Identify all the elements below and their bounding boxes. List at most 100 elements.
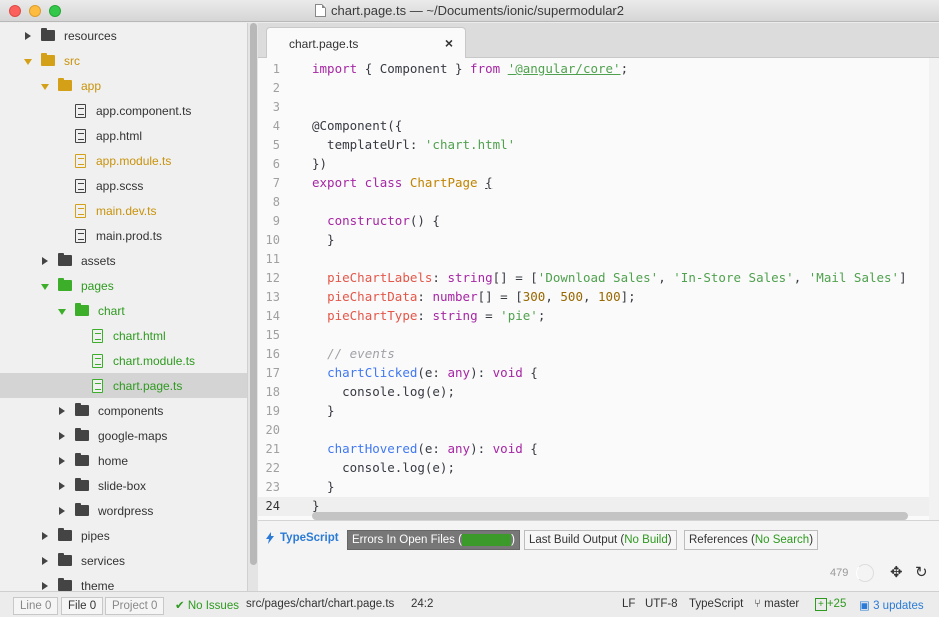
- folder-app[interactable]: app: [0, 73, 247, 98]
- code-line[interactable]: 20: [258, 421, 939, 440]
- file-main-dev-ts[interactable]: main.dev.ts: [0, 198, 247, 223]
- folder-slide-box[interactable]: slide-box: [0, 473, 247, 498]
- chevron-right-icon[interactable]: [40, 581, 50, 591]
- file-app-component-ts[interactable]: app.component.ts: [0, 98, 247, 123]
- folder-wordpress[interactable]: wordpress: [0, 498, 247, 523]
- close-tab-icon[interactable]: ×: [445, 35, 453, 51]
- code-editor[interactable]: 1 import { Component } from '@angular/cor…: [258, 58, 939, 520]
- editor-vertical-scrollbar[interactable]: [929, 58, 939, 520]
- code-line[interactable]: 14 pieChartType: string = 'pie';: [258, 307, 939, 326]
- code-line[interactable]: 18 console.log(e);: [258, 383, 939, 402]
- tree-item-label: chart.module.ts: [113, 353, 196, 368]
- line-ending[interactable]: LF: [622, 598, 635, 610]
- file-count-button[interactable]: File 0: [61, 597, 104, 615]
- code-line[interactable]: 9 constructor() {: [258, 212, 939, 231]
- git-diff[interactable]: + +25: [815, 598, 846, 611]
- code-line[interactable]: 22 console.log(e);: [258, 459, 939, 478]
- folder-services[interactable]: services: [0, 548, 247, 573]
- cursor-position[interactable]: 24:2: [411, 598, 433, 610]
- folder-icon: [58, 553, 72, 566]
- chevron-right-icon[interactable]: [40, 256, 50, 266]
- folder-assets[interactable]: assets: [0, 248, 247, 273]
- line-number: 21: [265, 442, 280, 456]
- move-panel-icon[interactable]: ✥: [890, 563, 903, 581]
- code-text: chartHovered(e: any): void {: [327, 441, 538, 456]
- folder-theme[interactable]: theme: [0, 573, 247, 591]
- file-main-prod-ts[interactable]: main.prod.ts: [0, 223, 247, 248]
- folder-home[interactable]: home: [0, 448, 247, 473]
- chevron-down-icon[interactable]: [40, 81, 50, 91]
- code-line[interactable]: 2: [258, 79, 939, 98]
- grammar[interactable]: TypeScript: [689, 598, 743, 610]
- folder-icon: [58, 578, 72, 591]
- code-line[interactable]: 13 pieChartData: number[] = [300, 500, 1…: [258, 288, 939, 307]
- tree-item-label: theme: [81, 578, 115, 592]
- tree-item-label: app.html: [96, 128, 143, 143]
- tree-scrollbar-thumb[interactable]: [250, 23, 257, 565]
- editor-horizontal-scrollbar[interactable]: [312, 512, 908, 520]
- git-branch[interactable]: ⑂ master: [754, 598, 799, 610]
- folder-pipes[interactable]: pipes: [0, 523, 247, 548]
- tree-scrollbar[interactable]: [247, 23, 258, 591]
- file-path[interactable]: src/pages/chart/chart.page.ts: [246, 598, 394, 610]
- folder-chart[interactable]: chart: [0, 298, 247, 323]
- line-number: 15: [265, 328, 280, 342]
- file-chart-module-ts[interactable]: chart.module.ts: [0, 348, 247, 373]
- chevron-right-icon[interactable]: [57, 506, 67, 516]
- chevron-right-icon[interactable]: [57, 481, 67, 491]
- folder-google-maps[interactable]: google-maps: [0, 423, 247, 448]
- file-app-html[interactable]: app.html: [0, 123, 247, 148]
- project-count-button[interactable]: Project 0: [105, 597, 165, 615]
- code-line[interactable]: 1 import { Component } from '@angular/cor…: [258, 60, 939, 79]
- folder-resources[interactable]: resources: [0, 23, 247, 48]
- tree-item-label: services: [81, 553, 126, 568]
- file-chart-page-ts[interactable]: chart.page.ts: [0, 373, 247, 398]
- chevron-right-icon[interactable]: [23, 31, 33, 41]
- code-text: }: [312, 232, 335, 247]
- code-line[interactable]: 6}): [258, 155, 939, 174]
- typescript-label: TypeScript: [280, 532, 339, 544]
- code-line[interactable]: 15: [258, 326, 939, 345]
- code-line[interactable]: 10 }: [258, 231, 939, 250]
- code-line[interactable]: 19 }: [258, 402, 939, 421]
- typescript-brand: TypeScript: [264, 532, 339, 544]
- chevron-right-icon[interactable]: [57, 456, 67, 466]
- folder-components[interactable]: components: [0, 398, 247, 423]
- file-app-module-ts[interactable]: app.module.ts: [0, 148, 247, 173]
- tree-item-label: app.module.ts: [96, 153, 172, 168]
- errors-in-open-files-tab[interactable]: Errors In Open Files (No Errors): [347, 530, 520, 550]
- last-build-output-tab[interactable]: Last Build Output (No Build): [524, 530, 677, 550]
- chevron-right-icon[interactable]: [40, 556, 50, 566]
- chevron-right-icon[interactable]: [57, 406, 67, 416]
- code-line[interactable]: 8: [258, 193, 939, 212]
- chevron-down-icon[interactable]: [40, 281, 50, 291]
- chevron-down-icon[interactable]: [57, 306, 67, 316]
- file-app-scss[interactable]: app.scss: [0, 173, 247, 198]
- line-number: 18: [265, 385, 280, 399]
- chevron-right-icon[interactable]: [57, 431, 67, 441]
- issues-status[interactable]: ✔ No Issues: [175, 598, 239, 612]
- references-tab[interactable]: References (No Search): [684, 530, 819, 550]
- code-line[interactable]: 7 export class ChartPage {: [258, 174, 939, 193]
- tab-chart-page-ts[interactable]: chart.page.ts ×: [266, 27, 466, 58]
- file-chart-html[interactable]: chart.html: [0, 323, 247, 348]
- chevron-right-icon[interactable]: [40, 531, 50, 541]
- code-line[interactable]: 3: [258, 98, 939, 117]
- folder-src[interactable]: src: [0, 48, 247, 73]
- line-number: 23: [265, 480, 280, 494]
- code-line[interactable]: 21 chartHovered(e: any): void {: [258, 440, 939, 459]
- folder-pages[interactable]: pages: [0, 273, 247, 298]
- code-line[interactable]: 23 }: [258, 478, 939, 497]
- code-line[interactable]: 12 pieChartLabels: string[] = ['Download…: [258, 269, 939, 288]
- updates-button[interactable]: ▣ 3 updates: [859, 598, 924, 612]
- code-line[interactable]: 17 chartClicked(e: any): void {: [258, 364, 939, 383]
- code-line[interactable]: 5 templateUrl: 'chart.html': [258, 136, 939, 155]
- line-count-button[interactable]: Line 0: [13, 597, 59, 615]
- folder-icon: [75, 453, 89, 466]
- chevron-down-icon[interactable]: [23, 56, 33, 66]
- refresh-icon[interactable]: ↻: [915, 563, 928, 581]
- code-line[interactable]: 4 @Component({: [258, 117, 939, 136]
- code-line[interactable]: 16 // events: [258, 345, 939, 364]
- code-line[interactable]: 11: [258, 250, 939, 269]
- encoding[interactable]: UTF-8: [645, 598, 678, 610]
